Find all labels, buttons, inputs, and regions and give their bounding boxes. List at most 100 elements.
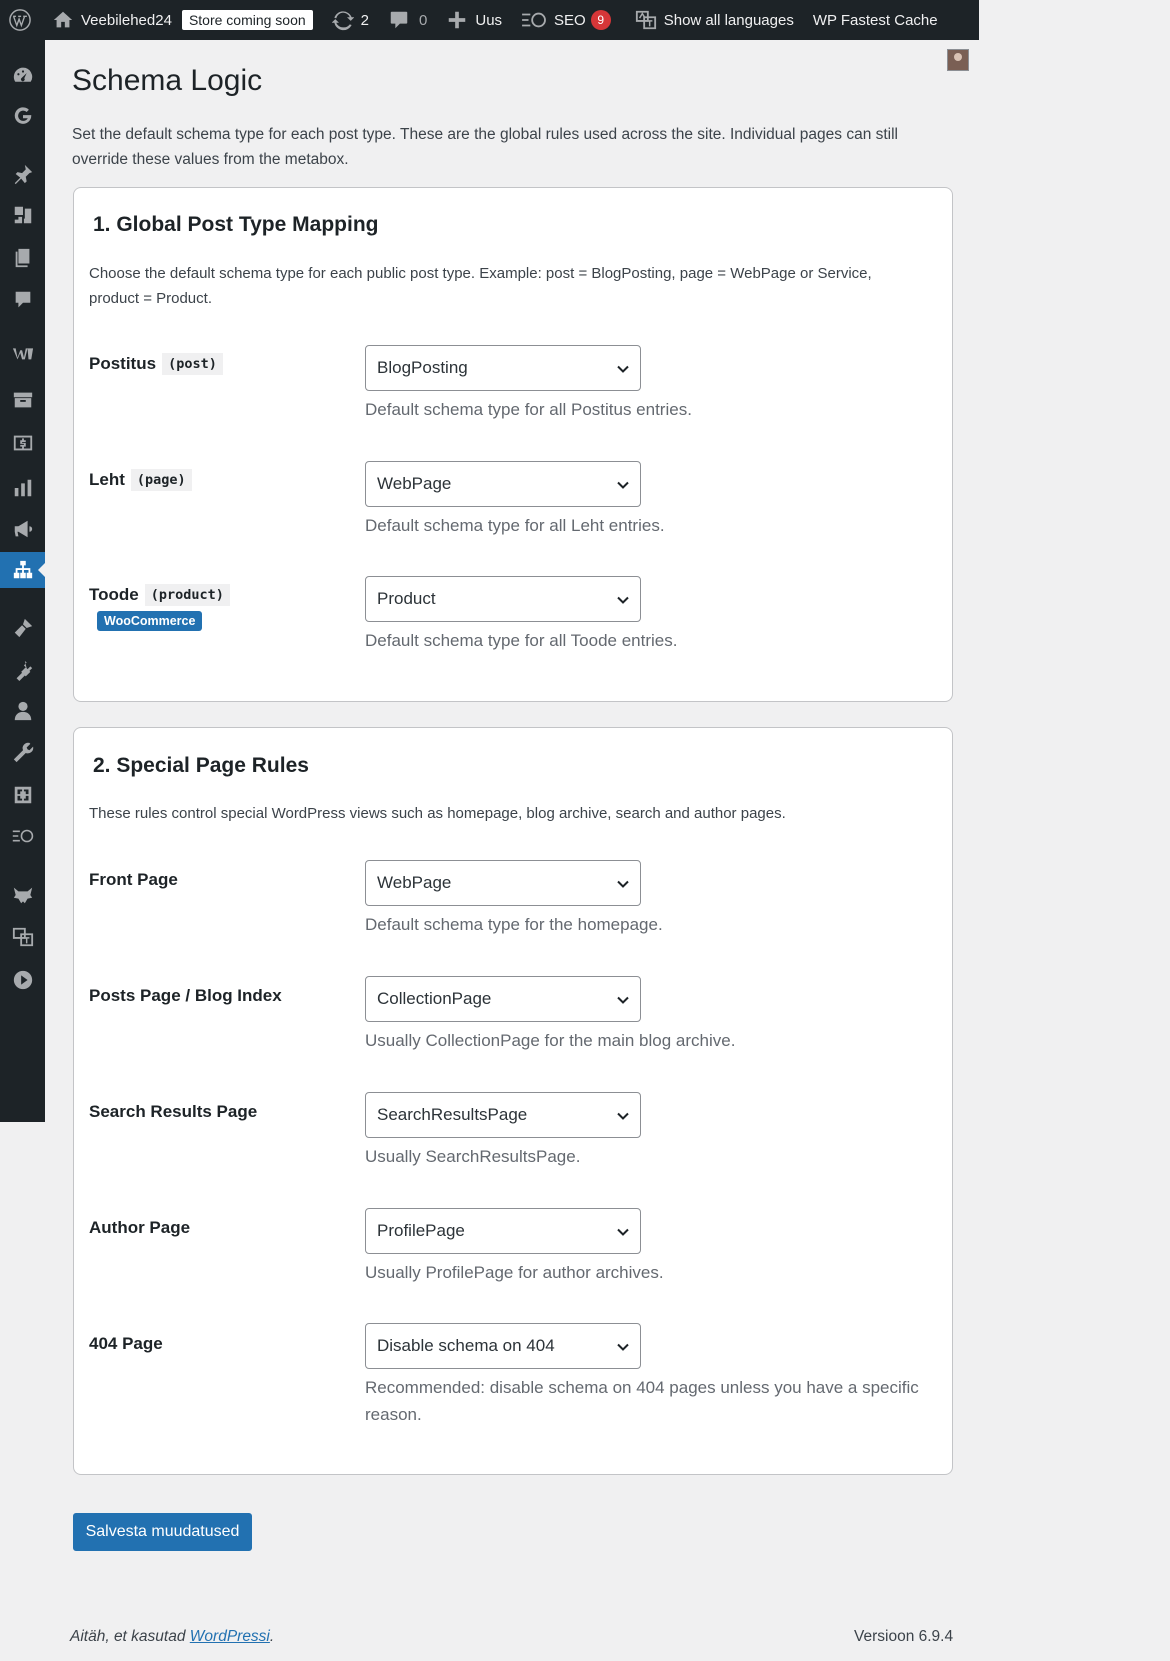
woocommerce-badge: WooCommerce <box>97 611 203 631</box>
schema-logic-icon[interactable] <box>0 552 45 588</box>
products-icon[interactable] <box>0 382 45 418</box>
special-page-rules-card: 2. Special Page Rules These rules contro… <box>73 727 953 1475</box>
select-value: SearchResultsPage <box>377 1105 528 1124</box>
chevron-down-icon <box>616 592 630 606</box>
search-results-label: Search Results Page <box>89 1102 258 1121</box>
analytics-icon[interactable] <box>0 470 45 506</box>
page-title: Schema Logic <box>72 64 263 97</box>
select-value: Disable schema on 404 <box>377 1336 555 1355</box>
page-intro: Set the default schema type for each pos… <box>72 126 899 168</box>
users-icon[interactable] <box>0 693 45 729</box>
admin-sidebar <box>0 40 45 1122</box>
translate-icon <box>634 8 658 32</box>
product-schema-select[interactable]: Product <box>365 576 641 622</box>
footer-thanks-prefix: Aitäh, et kasutad <box>70 1628 186 1645</box>
save-button[interactable]: Salvesta muudatused <box>73 1513 252 1551</box>
row-label-text: Leht <box>89 470 125 489</box>
help-text: Recommended: disable schema on 404 pages… <box>365 1378 919 1424</box>
home-icon <box>51 8 75 32</box>
chevron-down-icon <box>616 1108 630 1122</box>
pages-icon[interactable] <box>0 240 45 276</box>
section-heading: 1. Global Post Type Mapping <box>93 213 379 236</box>
post-type-slug: (product) <box>144 584 230 606</box>
chevron-down-icon <box>616 361 630 375</box>
help-text: Default schema type for all Postitus ent… <box>365 400 692 419</box>
site-name-link[interactable]: Veebilehed24 Store coming soon <box>42 0 322 40</box>
section-heading: 2. Special Page Rules <box>93 754 309 777</box>
help-text: Default schema type for all Toode entrie… <box>365 631 678 650</box>
cache-link[interactable]: WP Fastest Cache <box>803 0 947 40</box>
tools-icon[interactable] <box>0 735 45 771</box>
comments-count: 0 <box>419 11 428 29</box>
marketing-icon[interactable] <box>0 511 45 547</box>
wordpress-icon <box>8 8 32 32</box>
wordpress-link[interactable]: WordPressi <box>190 1628 270 1645</box>
site-name: Veebilehed24 <box>81 11 172 29</box>
footer-version: Versioon 6.9.4 <box>854 1628 954 1645</box>
help-text: Usually ProfilePage for author archives. <box>365 1263 664 1282</box>
chevron-down-icon <box>616 876 630 890</box>
help-text: Default schema type for the homepage. <box>365 915 663 934</box>
product-type-label: Toode (product) <box>89 584 230 606</box>
chevron-down-icon <box>616 992 630 1006</box>
seo-label: SEO <box>554 11 586 29</box>
google-icon[interactable] <box>0 98 45 134</box>
posts-page-select[interactable]: CollectionPage <box>365 976 641 1022</box>
payments-icon[interactable] <box>0 425 45 461</box>
settings-icon[interactable] <box>0 777 45 813</box>
languages-label: Show all languages <box>663 11 794 29</box>
help-text: Usually SearchResultsPage. <box>365 1147 581 1166</box>
page-type-label: Leht (page) <box>89 469 192 491</box>
author-page-label: Author Page <box>89 1218 191 1237</box>
comments-menu-icon[interactable] <box>0 282 45 318</box>
comments-icon <box>387 8 411 32</box>
dashboard-icon[interactable] <box>0 57 45 93</box>
404-page-select[interactable]: Disable schema on 404 <box>365 1323 641 1369</box>
chevron-down-icon <box>616 477 630 491</box>
select-value: CollectionPage <box>377 989 492 1008</box>
footer-thanks-suffix: . <box>269 1628 275 1645</box>
post-type-slug: (page) <box>130 469 192 491</box>
front-page-select[interactable]: WebPage <box>365 860 641 906</box>
post-type-label: Postitus (post) <box>89 353 223 375</box>
seo-menu-icon[interactable] <box>0 818 45 854</box>
help-text: Default schema type for all Leht entries… <box>365 516 665 535</box>
help-text: Usually CollectionPage for the main blog… <box>365 1031 736 1050</box>
cache-label: WP Fastest Cache <box>812 11 938 29</box>
store-status-badge[interactable]: Store coming soon <box>181 10 313 30</box>
select-value: BlogPosting <box>377 358 468 377</box>
woocommerce-icon[interactable] <box>0 335 45 371</box>
front-page-label: Front Page <box>89 870 178 889</box>
new-content-link[interactable]: Uus <box>436 0 511 40</box>
row-label-text: Toode <box>89 585 139 604</box>
post-schema-select[interactable]: BlogPosting <box>365 345 641 391</box>
page-schema-select[interactable]: WebPage <box>365 461 641 507</box>
wolf-icon[interactable] <box>0 877 45 913</box>
media-play-icon[interactable] <box>0 962 45 998</box>
translate-menu-icon[interactable] <box>0 919 45 955</box>
appearance-icon[interactable] <box>0 610 45 646</box>
author-page-select[interactable]: ProfilePage <box>365 1208 641 1254</box>
posts-pin-icon[interactable] <box>0 156 45 192</box>
post-type-slug: (post) <box>162 353 223 375</box>
row-label-text: Postitus <box>89 354 157 373</box>
updates-link[interactable]: 2 <box>322 0 378 40</box>
section-description: Choose the default schema type for each … <box>89 265 872 307</box>
search-results-select[interactable]: SearchResultsPage <box>365 1092 641 1138</box>
chevron-down-icon <box>616 1339 630 1353</box>
updates-count: 2 <box>360 11 370 29</box>
seo-menu-link[interactable]: SEO 9 <box>511 0 620 40</box>
comments-link[interactable]: 0 <box>378 0 436 40</box>
posts-page-label: Posts Page / Blog Index <box>89 986 282 1005</box>
chevron-down-icon <box>616 1224 630 1238</box>
languages-link[interactable]: Show all languages <box>620 0 803 40</box>
avatar[interactable] <box>947 49 969 71</box>
404-page-label: 404 Page <box>89 1334 163 1353</box>
plugins-icon[interactable] <box>0 652 45 688</box>
select-value: ProfilePage <box>377 1221 465 1240</box>
media-icon[interactable] <box>0 197 45 233</box>
wordpress-logo-button[interactable] <box>0 0 42 40</box>
section-description: These rules control special WordPress vi… <box>89 805 786 822</box>
select-value: Product <box>377 589 436 608</box>
new-label: Uus <box>475 11 503 29</box>
